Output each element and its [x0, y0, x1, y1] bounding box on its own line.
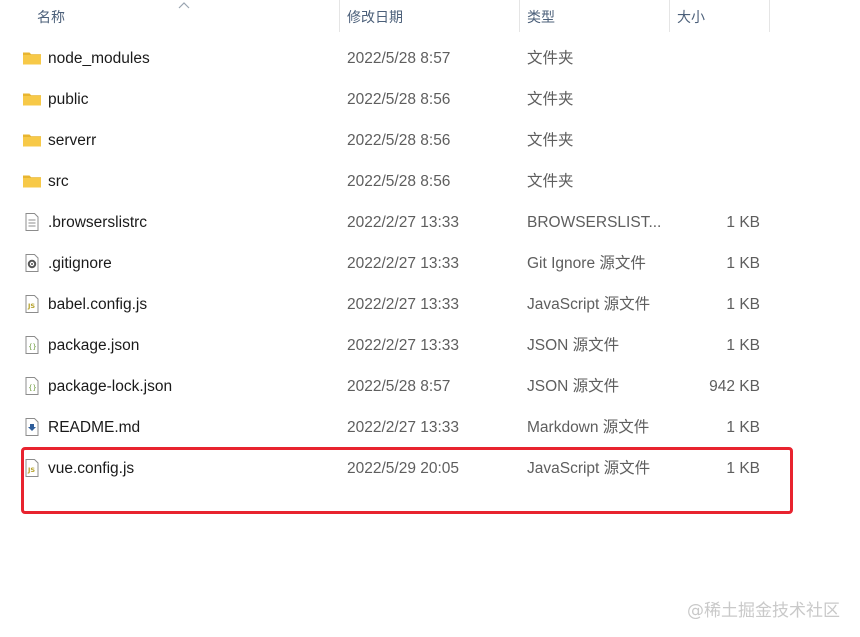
file-row[interactable]: .browserslistrc 2022/2/27 13:33 BROWSERSLI…: [0, 202, 860, 243]
column-header-name[interactable]: 名称: [0, 0, 340, 34]
file-modified-date: 2022/2/27 13:33: [347, 255, 460, 272]
svg-text:{}: {}: [28, 343, 36, 351]
file-row[interactable]: {} package-lock.json 2022/5/28 8:57 JSON 源文…: [0, 366, 860, 407]
file-size: 1 KB: [726, 296, 760, 313]
folder-icon: [22, 171, 42, 191]
highlight-annotation-box: [21, 447, 793, 514]
sort-ascending-icon: [178, 2, 190, 9]
file-row[interactable]: node_modules 2022/5/28 8:57 文件夹: [0, 38, 860, 79]
file-type: JavaScript 源文件: [527, 296, 651, 313]
file-modified-date: 2022/2/27 13:33: [347, 296, 460, 313]
file-modified-date: 2022/2/27 13:33: [347, 337, 460, 354]
column-header-name-label: 名称: [37, 9, 65, 25]
file-type: 文件夹: [527, 91, 574, 108]
json-file-icon: {}: [22, 335, 42, 355]
file-modified-date: 2022/5/28 8:56: [347, 91, 451, 108]
file-modified-date: 2022/5/28 8:57: [347, 50, 451, 67]
file-name: babel.config.js: [48, 296, 148, 313]
folder-icon: [22, 48, 42, 68]
file-modified-date: 2022/5/28 8:56: [347, 132, 451, 149]
column-header-bar: 名称 修改日期 类型 大小: [0, 0, 860, 34]
file-row[interactable]: .gitignore 2022/2/27 13:33 Git Ignore 源文件 1…: [0, 243, 860, 284]
js-file-icon: JS: [22, 294, 42, 314]
file-type: 文件夹: [527, 50, 574, 67]
column-separator[interactable]: [769, 0, 770, 32]
file-row[interactable]: {} package.json 2022/2/27 13:33 JSON 源文件 1 K…: [0, 325, 860, 366]
json-file-icon: {}: [22, 376, 42, 396]
svg-text:{}: {}: [28, 384, 36, 392]
file-name: README.md: [48, 419, 141, 436]
file-row[interactable]: JS babel.config.js 2022/2/27 13:33 JavaScri…: [0, 284, 860, 325]
file-type: JSON 源文件: [527, 378, 620, 395]
file-name: public: [48, 91, 89, 108]
file-size: [670, 79, 760, 120]
file-type: Markdown 源文件: [527, 419, 650, 436]
markdown-file-icon: [22, 417, 42, 437]
file-size: 1 KB: [726, 214, 760, 231]
svg-text:JS: JS: [27, 302, 35, 310]
file-name: serverr: [48, 132, 97, 149]
file-size: 1 KB: [726, 255, 760, 272]
file-row[interactable]: serverr 2022/5/28 8:56 文件夹: [0, 120, 860, 161]
file-name: .browserslistrc: [48, 214, 148, 231]
column-header-date[interactable]: 修改日期: [340, 0, 520, 34]
gear-file-icon: [22, 253, 42, 273]
file-name: package-lock.json: [48, 378, 173, 395]
file-modified-date: 2022/5/28 8:56: [347, 173, 451, 190]
file-type: BROWSERSLIST...: [527, 214, 662, 231]
file-size: 1 KB: [726, 419, 760, 436]
file-type: JSON 源文件: [527, 337, 620, 354]
file-type: Git Ignore 源文件: [527, 255, 646, 272]
watermark-text: @稀土掘金技术社区: [687, 601, 840, 621]
file-size: [670, 120, 760, 161]
file-modified-date: 2022/5/28 8:57: [347, 378, 451, 395]
column-header-type-label: 类型: [527, 9, 555, 25]
file-size: [670, 38, 760, 79]
text-file-icon: [22, 212, 42, 232]
file-name: node_modules: [48, 50, 150, 67]
column-header-date-label: 修改日期: [347, 9, 403, 25]
file-name: package.json: [48, 337, 140, 354]
column-header-type[interactable]: 类型: [520, 0, 670, 34]
column-header-size[interactable]: 大小: [670, 0, 770, 34]
file-type: 文件夹: [527, 132, 574, 149]
file-modified-date: 2022/2/27 13:33: [347, 419, 460, 436]
file-size: [670, 161, 760, 202]
column-header-size-label: 大小: [677, 9, 705, 25]
file-modified-date: 2022/2/27 13:33: [347, 214, 460, 231]
file-name: .gitignore: [48, 255, 112, 272]
file-type: 文件夹: [527, 173, 574, 190]
file-row[interactable]: public 2022/5/28 8:56 文件夹: [0, 79, 860, 120]
folder-icon: [22, 130, 42, 150]
file-size: 1 KB: [726, 337, 760, 354]
folder-icon: [22, 89, 42, 109]
file-name: src: [48, 173, 69, 190]
file-size: 942 KB: [709, 378, 760, 395]
file-row[interactable]: README.md 2022/2/27 13:33 Markdown 源文件 1 KB: [0, 407, 860, 448]
file-row[interactable]: src 2022/5/28 8:56 文件夹: [0, 161, 860, 202]
